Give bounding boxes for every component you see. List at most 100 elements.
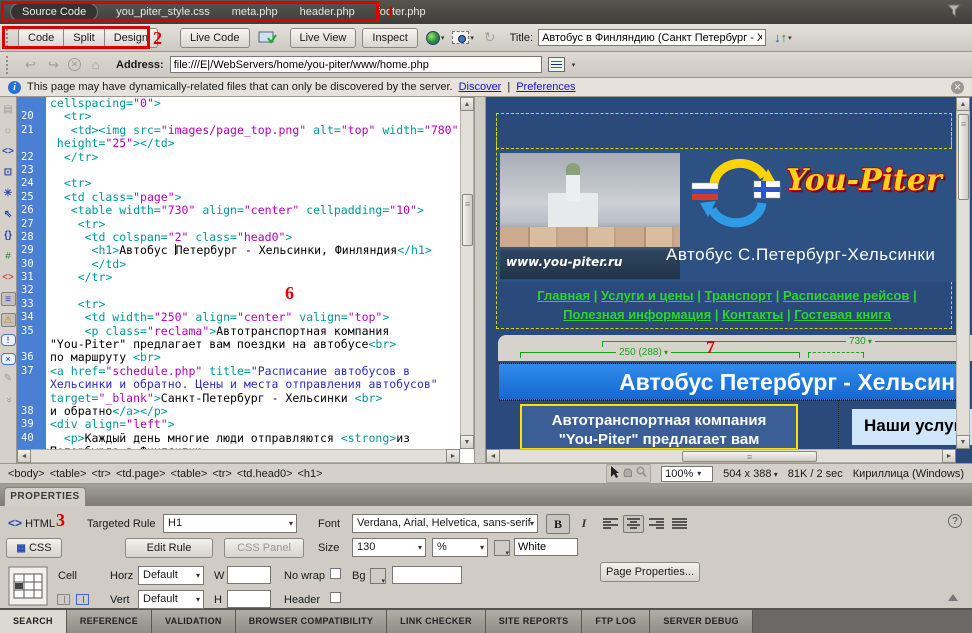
design-horizontal-scrollbar[interactable]: ◄ ► (486, 449, 956, 463)
panel-tab-site-reports[interactable]: SITE REPORTS (486, 610, 583, 633)
panel-tab-validation[interactable]: VALIDATION (152, 610, 236, 633)
discover-link[interactable]: Discover (459, 81, 502, 93)
document-title-input[interactable] (538, 29, 766, 46)
code-line[interactable]: target="_blank">Санкт-Петербург - Хельси… (17, 392, 460, 405)
syntax-error-alerts-icon[interactable]: ⚠ (1, 313, 16, 327)
code-line[interactable]: 39<div align="left"> (17, 418, 460, 431)
filter-related-files-icon[interactable] (946, 4, 962, 21)
design-nav-link[interactable]: Услуги и цены (601, 288, 694, 303)
inspect-button[interactable]: Inspect (362, 28, 417, 48)
scroll-left-icon[interactable]: ◄ (486, 449, 500, 463)
panel-tab-browser-compatibility[interactable]: BROWSER COMPATIBILITY (236, 610, 387, 633)
related-file-tab[interactable]: you_piter_style.css (116, 6, 210, 18)
code-line[interactable]: 38и обратно</a></p> (17, 405, 460, 418)
page-properties-button[interactable]: Page Properties... (600, 562, 700, 582)
panel-tab-server-debug[interactable]: SERVER DEBUG (650, 610, 752, 633)
code-line[interactable]: 33 <tr> (17, 298, 460, 311)
design-vertical-scrollbar[interactable]: ▲ ▼ (956, 97, 970, 449)
code-line[interactable]: 34 <td width="250" align="center" valign… (17, 311, 460, 324)
size-select[interactable]: 130 (352, 538, 426, 557)
design-view-pane[interactable]: www.you-piter.ru You-Piter Автобус С.Пет… (486, 97, 972, 463)
magnification-select[interactable]: 100% (661, 466, 713, 482)
code-line[interactable]: 27 <tr> (17, 218, 460, 231)
preferences-link[interactable]: Preferences (516, 81, 575, 93)
remove-comment-icon[interactable]: × (1, 353, 16, 365)
code-horizontal-scrollbar[interactable]: ◄ ► (17, 449, 460, 463)
horz-select[interactable]: Default (138, 566, 204, 585)
close-infobar-icon[interactable]: ✕ (951, 81, 964, 94)
code-line[interactable]: 31 </tr> (17, 271, 460, 284)
pane-splitter[interactable] (474, 97, 486, 463)
tag-selector-item[interactable]: <td.head0> (237, 468, 293, 480)
code-view-button[interactable]: Code (18, 28, 64, 48)
zoom-tool-icon[interactable] (636, 466, 647, 481)
scroll-down-icon[interactable]: ▼ (460, 435, 474, 449)
design-view-button[interactable]: Design (105, 28, 158, 48)
bold-button[interactable]: B (546, 514, 570, 534)
related-file-tab[interactable]: meta.php (232, 6, 278, 18)
design-vscroll-thumb[interactable] (958, 114, 969, 200)
indent-code-icon[interactable]: ✎ (1, 372, 16, 386)
refresh-design-view-icon[interactable]: ↻ (484, 29, 496, 46)
merge-cells-icon[interactable] (57, 594, 70, 605)
apply-comment-icon[interactable]: ! (1, 334, 16, 346)
source-code-tab[interactable]: Source Code (10, 3, 98, 21)
vert-select[interactable]: Default (138, 590, 204, 609)
column-width-segment[interactable] (808, 352, 864, 358)
design-nav-link[interactable]: Расписание рейсов (783, 288, 909, 303)
live-view-options-icon[interactable] (258, 30, 278, 45)
align-right-button[interactable] (646, 515, 667, 533)
design-nav-link[interactable]: Главная (537, 288, 590, 303)
tag-selector-item[interactable]: <td.page> (116, 468, 166, 480)
preview-in-browser-icon[interactable]: ▾ (426, 31, 445, 45)
html-mode-button[interactable]: <> HTML (8, 516, 55, 530)
collapse-selection-icon[interactable]: ⊡ (1, 166, 16, 180)
stop-icon[interactable]: ✕ (68, 58, 81, 71)
text-color-swatch[interactable] (494, 540, 510, 556)
css-mode-button[interactable]: ▦ CSS (6, 538, 62, 558)
code-line[interactable]: cellspacing="0"> (17, 97, 460, 110)
hand-tool-icon[interactable] (622, 466, 633, 481)
code-line[interactable]: 25 <td class="page"> (17, 191, 460, 204)
design-nav-link[interactable]: Гостевая книга (794, 307, 891, 322)
panel-tab-link-checker[interactable]: LINK CHECKER (387, 610, 486, 633)
live-code-button[interactable]: Live Code (180, 28, 250, 48)
size-unit-select[interactable]: % (432, 538, 488, 557)
code-line[interactable]: 32 (17, 284, 460, 297)
italic-button[interactable]: I (574, 514, 594, 534)
properties-tab[interactable]: PROPERTIES (4, 487, 86, 506)
cell-width-input[interactable] (227, 566, 271, 584)
related-file-tab[interactable]: footer.php (377, 6, 426, 18)
live-view-button[interactable]: Live View (290, 28, 357, 48)
code-line[interactable]: 36по маршруту <br> (17, 351, 460, 364)
align-left-button[interactable] (600, 515, 621, 533)
code-line[interactable]: 20 <tr> (17, 110, 460, 123)
file-put-icon[interactable]: ↑▾ (781, 30, 792, 45)
design-page-heading[interactable]: Автобус Петербург - Хельсин (499, 363, 956, 400)
split-view-button[interactable]: Split (64, 28, 104, 48)
design-hscroll-thumb[interactable] (682, 451, 817, 462)
header-checkbox[interactable] (330, 592, 341, 603)
code-line[interactable]: 26 <table width="730" align="center" cel… (17, 204, 460, 217)
code-line[interactable]: 37<a href="schedule.php" title="Расписан… (17, 365, 460, 378)
cell-bg-input[interactable] (392, 566, 462, 584)
collapse-full-tag-icon[interactable]: <> (1, 145, 16, 159)
tag-selector-item[interactable]: <tr> (91, 468, 111, 480)
code-line[interactable]: 21 <td><img src="images/page_top.png" al… (17, 124, 460, 137)
collapse-panel-icon[interactable] (948, 594, 958, 601)
panel-tab-reference[interactable]: REFERENCE (67, 610, 152, 633)
tag-selector-item[interactable]: <table> (50, 468, 87, 480)
code-line[interactable]: 22 </tr> (17, 151, 460, 164)
line-numbers-icon[interactable]: # (1, 250, 16, 264)
scroll-right-icon[interactable]: ► (942, 449, 956, 463)
code-line[interactable]: 35 <p class="reclama">Автотранспортная к… (17, 325, 460, 338)
select-parent-tag-icon[interactable]: ⇖ (1, 208, 16, 222)
design-services-cell[interactable]: Наши услуги (852, 409, 972, 445)
help-icon[interactable]: ? (948, 514, 962, 528)
code-line[interactable]: height="25"></td> (17, 137, 460, 150)
code-line[interactable]: "You-Piter" предлагает вам поездки на ав… (17, 338, 460, 351)
view-options-icon[interactable] (548, 57, 565, 72)
font-select[interactable]: Verdana, Arial, Helvetica, sans-serif (352, 514, 538, 533)
code-line[interactable]: 23 (17, 164, 460, 177)
code-editor[interactable]: cellspacing="0">20 <tr>21 <td><img src="… (17, 97, 460, 449)
